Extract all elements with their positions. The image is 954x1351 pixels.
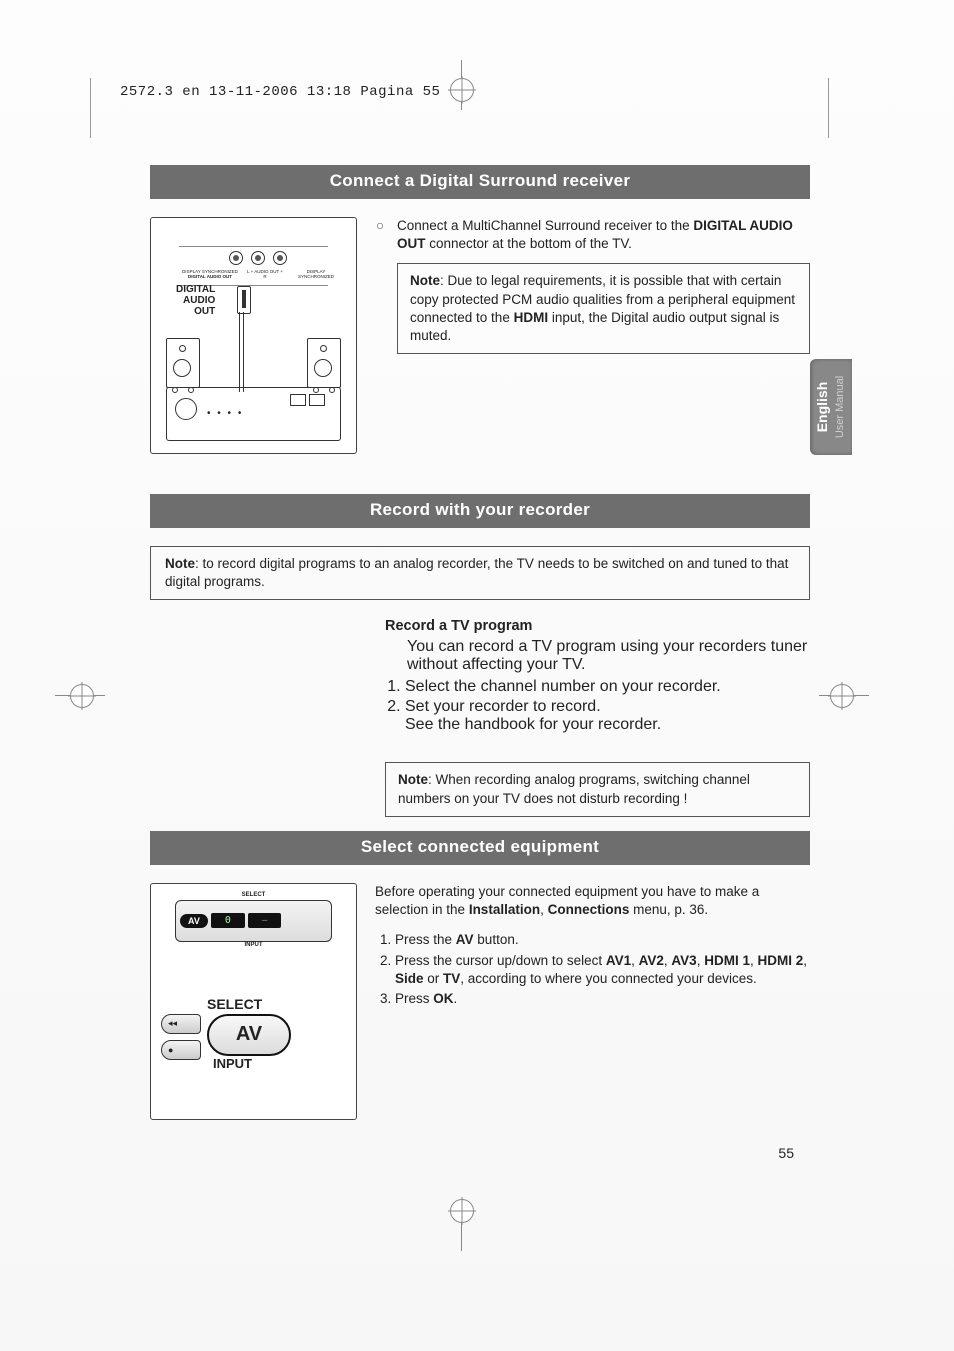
steps-list: Select the channel number on your record… xyxy=(385,678,810,734)
bullet-marker: ○ xyxy=(375,217,385,253)
section-header-connect-receiver: Connect a Digital Surround receiver xyxy=(150,165,810,199)
print-header: 2572.3 en 13-11-2006 13:18 Pagina 55 xyxy=(120,84,440,100)
remote-av-button-large: AV xyxy=(207,1014,291,1056)
figure-digital-audio-out: DISPLAY SYNCHRONIZED DIGITAL AUDIO OUT L… xyxy=(150,217,357,454)
registration-mark-icon xyxy=(450,78,474,102)
body-text: Connect a MultiChannel Surround receiver… xyxy=(397,217,810,253)
jack-icon xyxy=(251,251,265,265)
steps-list: Press the AV button. Press the cursor up… xyxy=(375,931,810,1008)
panel-label: DISPLAY SYNCHRONIZED DIGITAL AUDIO OUT xyxy=(181,269,239,279)
page-number: 55 xyxy=(778,1145,794,1161)
note-box: Note: to record digital programs to an a… xyxy=(150,546,810,600)
remote-select-label: SELECT xyxy=(242,892,266,898)
note-box: Note: Due to legal requirements, it is p… xyxy=(397,263,810,354)
panel-label: L + AUDIO OUT + R xyxy=(245,269,285,279)
remote-digit: 0 xyxy=(211,913,245,928)
remote-rewind-button: ◂◂ xyxy=(161,1014,201,1034)
jack-icon xyxy=(229,251,243,265)
remote-input-large: INPUT xyxy=(213,1056,252,1071)
registration-mark-icon xyxy=(830,684,854,708)
crop-mark xyxy=(828,78,829,138)
remote-select-large: SELECT xyxy=(207,996,262,1012)
remote-input-label: INPUT xyxy=(245,942,263,948)
section-header-record: Record with your recorder xyxy=(150,494,810,528)
note-box: Note: When recording analog programs, sw… xyxy=(385,762,810,816)
receiver-icon: • • • • xyxy=(166,387,341,441)
panel-label: DISPLAY SYNCHRONIZED xyxy=(291,269,341,279)
digital-audio-out-label: DIGITAL AUDIO OUT xyxy=(176,284,215,317)
speaker-icon xyxy=(307,338,341,388)
speaker-icon xyxy=(166,338,200,388)
tab-subtitle: User Manual xyxy=(834,376,846,438)
tab-language: English xyxy=(814,382,830,433)
subsection-title: Record a TV program xyxy=(385,618,810,634)
remote-dash: – xyxy=(248,913,282,928)
section-header-select-equipment: Select connected equipment xyxy=(150,831,810,865)
body-text: Before operating your connected equipmen… xyxy=(375,883,810,919)
remote-av-pill: AV xyxy=(180,914,208,928)
figure-remote: SELECT AV 0 – INPUT ◂◂ ● SELECT AV INPUT xyxy=(150,883,357,1120)
language-tab: English User Manual xyxy=(810,359,852,455)
registration-mark-icon xyxy=(70,684,94,708)
jack-icon xyxy=(273,251,287,265)
registration-mark-icon xyxy=(450,1199,474,1223)
cable-icon xyxy=(236,286,250,386)
body-text: You can record a TV program using your r… xyxy=(407,638,810,674)
remote-record-button: ● xyxy=(161,1040,201,1060)
crop-mark xyxy=(90,78,91,138)
